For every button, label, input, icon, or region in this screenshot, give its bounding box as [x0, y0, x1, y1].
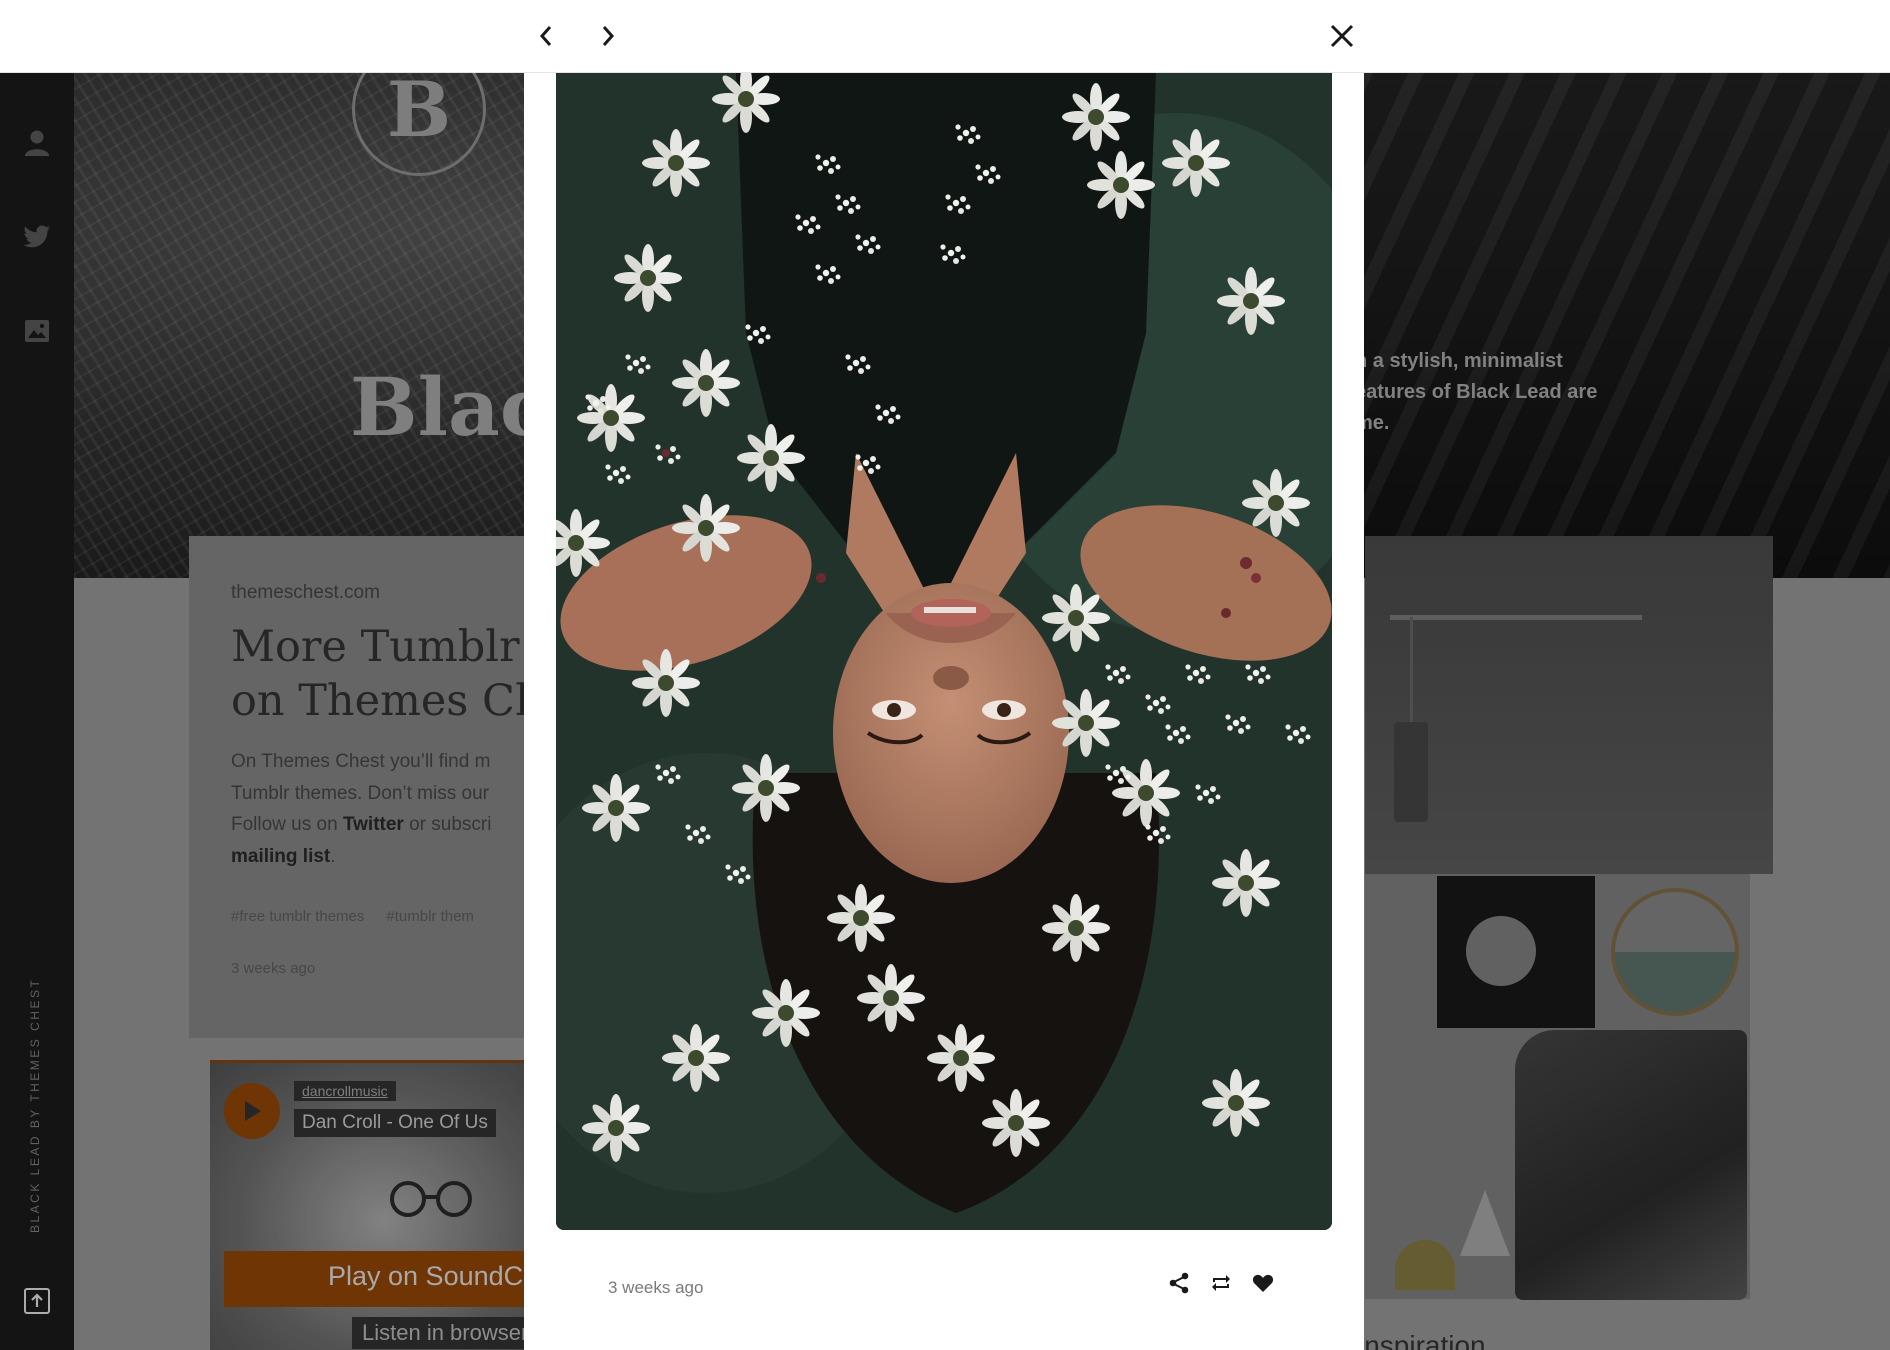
heart-icon[interactable]: [1252, 1272, 1274, 1294]
reblog-icon[interactable]: [1210, 1272, 1232, 1294]
lightbox-post-date[interactable]: 3 weeks ago: [608, 1278, 703, 1298]
share-icon[interactable]: [1168, 1272, 1190, 1294]
post-actions: [1168, 1272, 1274, 1294]
lightbox-toolbar: [0, 0, 1890, 73]
chevron-left-icon[interactable]: [528, 18, 564, 54]
lightbox-photo[interactable]: [556, 73, 1332, 1230]
close-icon[interactable]: [1324, 18, 1360, 54]
lightbox-modal: 3 weeks ago: [524, 73, 1364, 1350]
photo-illustration: [556, 73, 1332, 1230]
chevron-right-icon[interactable]: [590, 18, 626, 54]
